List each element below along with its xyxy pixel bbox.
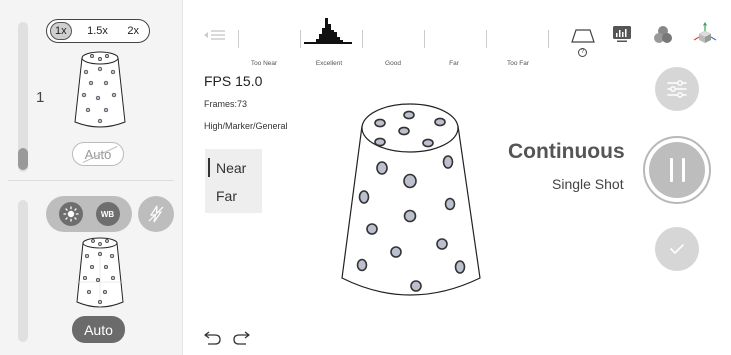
object-preview-bottom [76,237,124,310]
scan-object-view [341,103,481,296]
settings-icon [667,80,687,98]
brightness-button[interactable] [58,202,83,226]
quality-tick [238,30,239,48]
range-option-near[interactable]: Near [216,160,246,176]
histogram-bar [340,40,343,43]
mode-single-shot[interactable]: Single Shot [552,176,624,192]
pause-button[interactable] [643,136,711,204]
focus-auto-button[interactable]: Auto [72,142,124,166]
frames-readout: Frames:73 [204,99,248,109]
exposure-auto-button[interactable]: Auto [72,316,125,343]
zoom-option-1-5x[interactable]: 1.5x [83,23,112,39]
range-selection-indicator [208,158,210,177]
zoom-option-1x[interactable]: 1x [50,22,72,40]
scan-mode-readout: High/Marker/General [204,121,288,131]
zoom-selector: 1x 1.5x 2x [46,19,150,43]
quality-label-far: Far [449,60,459,67]
pause-bar [669,158,673,182]
quality-tick [486,30,487,48]
done-button[interactable] [655,227,699,271]
brightness-icon [62,206,79,222]
panel-divider [8,180,174,181]
check-icon [670,244,684,254]
quality-tick [548,30,549,48]
help-icon[interactable]: ? [578,48,587,57]
menu-icon[interactable] [204,29,226,41]
mode-continuous[interactable]: Continuous [508,140,625,164]
undo-icon[interactable] [204,329,222,345]
quality-tick [362,30,363,48]
left-panel: 1x 1.5x 2x 1 Auto [0,0,183,355]
quality-tick [424,30,425,48]
fps-readout: FPS 15.0 [204,73,263,89]
zoom-level-value: 1 [36,89,45,106]
pause-bar [681,158,685,182]
axes-icon[interactable] [693,22,717,46]
histogram-icon[interactable] [612,25,632,43]
settings-button[interactable] [655,67,699,111]
pause-icon [649,142,705,198]
zoom-slider-thumb[interactable] [18,148,28,170]
quality-label-too-near: Too Near [250,60,278,67]
range-option-far[interactable]: Far [216,188,237,204]
zoom-option-2x[interactable]: 2x [123,23,143,39]
color-circles-icon[interactable] [652,25,674,45]
quality-label-too-far: Too Far [506,60,530,67]
quality-tick [300,30,301,48]
flash-off-icon [148,205,164,223]
quality-label-excellent: Excellent [315,60,343,67]
app-root: 1x 1.5x 2x 1 Auto [0,0,731,355]
range-selector: Near Far [205,149,262,213]
quality-indicator: Too Near Excellent Good Far Too Far [238,12,558,67]
object-preview-top [74,51,126,128]
zoom-slider[interactable] [18,22,28,172]
quality-label-good: Good [385,60,401,67]
exposure-slider[interactable] [18,200,28,342]
flash-button[interactable] [138,196,174,232]
camera-settings-group: WB [46,196,132,232]
redo-icon[interactable] [232,329,250,345]
white-balance-button[interactable]: WB [95,202,120,226]
perspective-icon[interactable] [571,28,595,44]
